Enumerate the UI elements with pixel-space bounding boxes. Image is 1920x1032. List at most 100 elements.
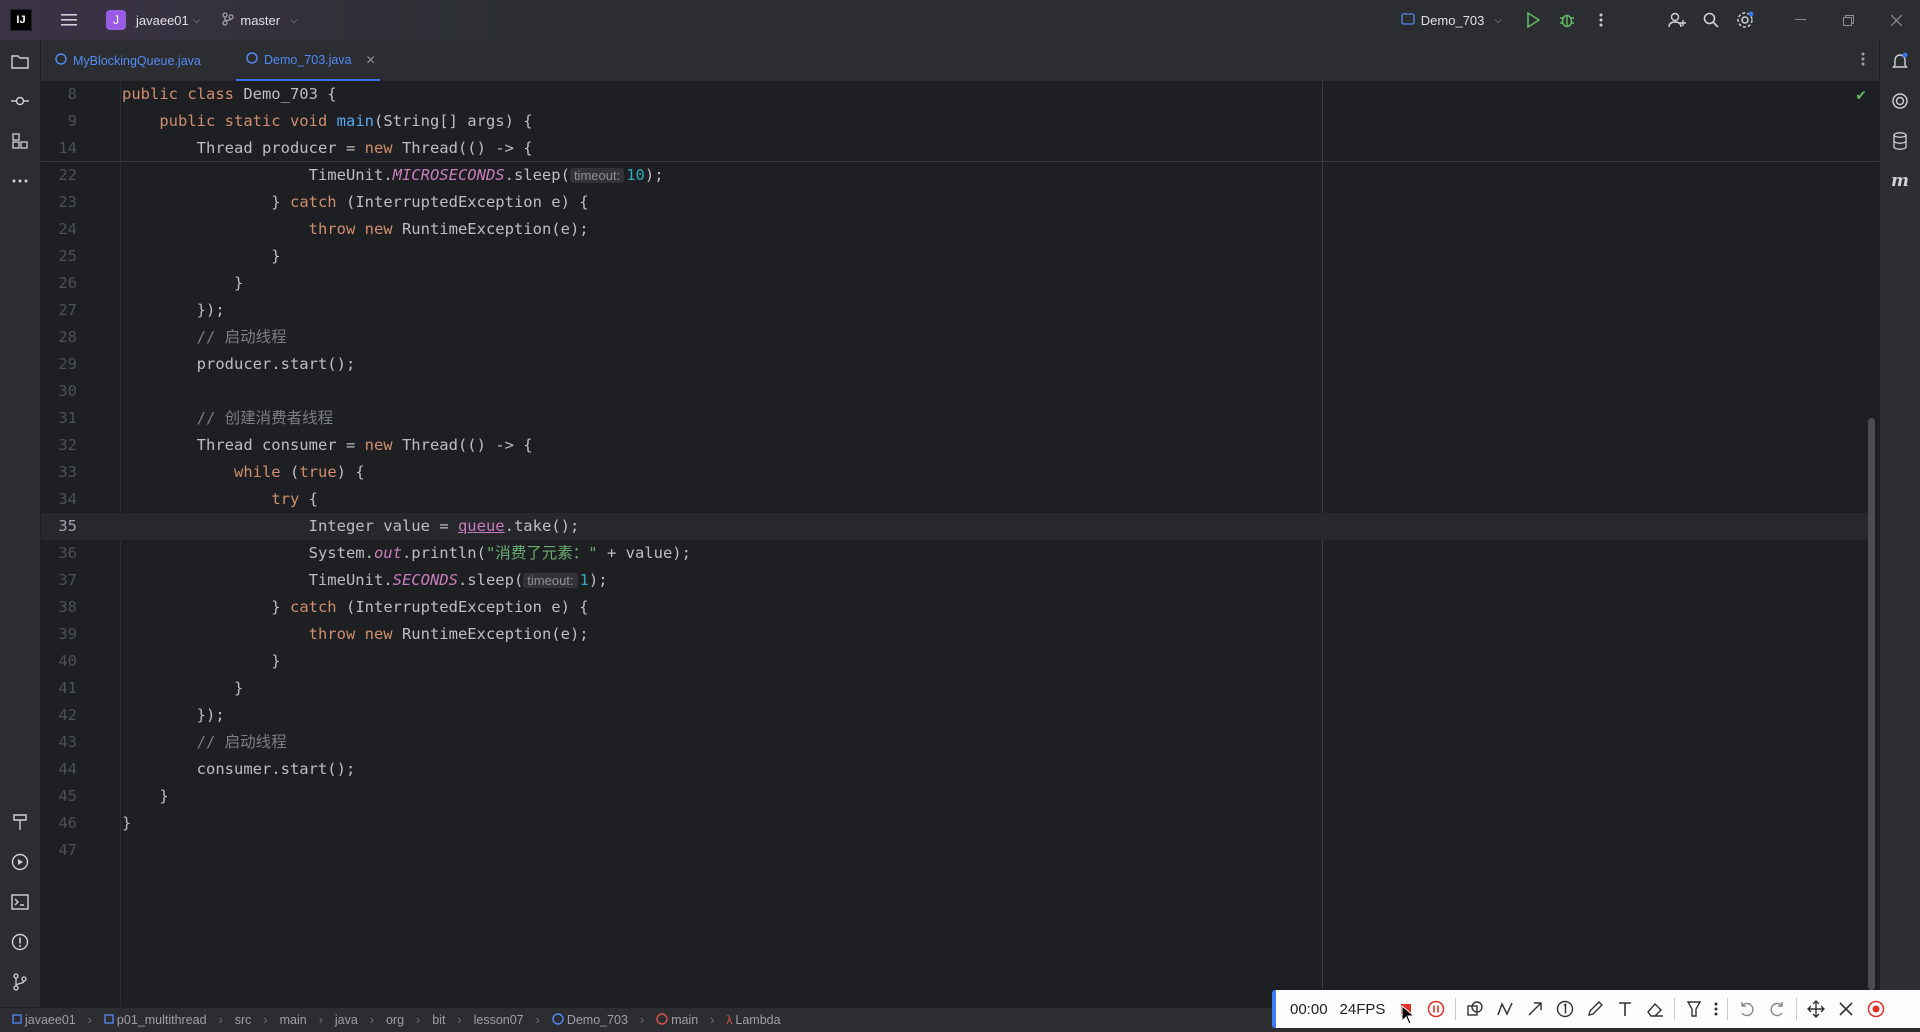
undo-icon[interactable] [1732, 990, 1762, 1028]
restore-icon[interactable] [1824, 0, 1872, 40]
tab-demo-703[interactable]: Demo_703.java ✕ [236, 40, 380, 81]
breadcrumb-item[interactable]: lesson07 [474, 1013, 524, 1027]
code-line[interactable]: 24 throw new RuntimeException(e); [41, 216, 1871, 243]
line-number[interactable]: 40 [41, 648, 77, 675]
line-number[interactable]: 41 [41, 675, 77, 702]
services-run-icon[interactable] [8, 850, 32, 874]
line-number[interactable]: 32 [41, 432, 77, 459]
intellij-logo-icon[interactable]: IJ [10, 9, 32, 31]
breadcrumb-item[interactable]: main [656, 1012, 698, 1028]
number-marker-icon[interactable] [1550, 990, 1580, 1028]
line-number[interactable]: 47 [41, 837, 77, 864]
code-line[interactable]: 32 Thread consumer = new Thread(() -> { [41, 432, 1871, 459]
current-code-line[interactable]: 35 Integer value = queue.take(); [41, 513, 1871, 540]
line-number[interactable]: 24 [41, 216, 77, 243]
line-number[interactable]: 43 [41, 729, 77, 756]
code-line[interactable]: 47 [41, 837, 1871, 864]
code-line[interactable]: 42 }); [41, 702, 1871, 729]
line-number[interactable]: 34 [41, 486, 77, 513]
line-number[interactable]: 29 [41, 351, 77, 378]
pen-tool-icon[interactable] [1580, 990, 1610, 1028]
line-number[interactable]: 36 [41, 540, 77, 567]
code-line[interactable]: 9 public static void main(String[] args)… [41, 108, 1871, 135]
pause-record-icon[interactable] [1421, 990, 1451, 1028]
code-line[interactable]: 39 throw new RuntimeException(e); [41, 621, 1871, 648]
breadcrumb-item[interactable]: src [235, 1013, 252, 1027]
breadcrumb-item[interactable]: Demo_703 [552, 1012, 628, 1028]
project-avatar[interactable]: J [106, 10, 126, 30]
branch-selector[interactable]: master ⌵ [222, 11, 298, 29]
line-number[interactable]: 25 [41, 243, 77, 270]
polyline-tool-icon[interactable] [1490, 990, 1520, 1028]
redo-icon[interactable] [1762, 990, 1792, 1028]
breadcrumb-item[interactable]: p01_multithread [104, 1013, 207, 1027]
line-number[interactable]: 28 [41, 324, 77, 351]
code-editor[interactable]: 8 public class Demo_703 {9 public static … [41, 81, 1879, 1007]
main-menu-icon[interactable] [56, 7, 82, 33]
line-number[interactable]: 9 [41, 108, 77, 135]
code-line[interactable]: 37 TimeUnit.SECONDS.sleep(timeout: 1); [41, 567, 1871, 594]
database-icon[interactable] [1888, 129, 1912, 153]
breadcrumb-item[interactable]: main [280, 1013, 307, 1027]
line-number[interactable]: 23 [41, 189, 77, 216]
notifications-bell-icon[interactable] [1888, 49, 1912, 73]
more-options-icon[interactable] [1709, 990, 1723, 1028]
move-icon[interactable] [1801, 990, 1831, 1028]
code-line[interactable]: 29 producer.start(); [41, 351, 1871, 378]
code-line[interactable]: 45 } [41, 783, 1871, 810]
line-number[interactable]: 33 [41, 459, 77, 486]
debug-icon[interactable] [1550, 0, 1584, 40]
ai-assistant-icon[interactable] [1888, 89, 1912, 113]
code-line[interactable]: 41 } [41, 675, 1871, 702]
line-number[interactable]: 26 [41, 270, 77, 297]
breadcrumb-item[interactable]: org [386, 1013, 404, 1027]
arrow-tool-icon[interactable] [1520, 990, 1550, 1028]
code-line[interactable]: 27 }); [41, 297, 1871, 324]
line-number[interactable]: 39 [41, 621, 77, 648]
code-line[interactable]: 36 System.out.println("消费了元素：" + value); [41, 540, 1871, 567]
build-hammer-icon[interactable] [8, 810, 32, 834]
more-actions-icon[interactable] [1584, 0, 1618, 40]
code-line[interactable]: 43 // 启动线程 [41, 729, 1871, 756]
code-line[interactable]: 44 consumer.start(); [41, 756, 1871, 783]
line-number[interactable]: 30 [41, 378, 77, 405]
run-icon[interactable] [1516, 0, 1550, 40]
line-number[interactable]: 27 [41, 297, 77, 324]
line-number[interactable]: 14 [41, 135, 77, 162]
line-number[interactable]: 46 [41, 810, 77, 837]
eraser-tool-icon[interactable] [1640, 990, 1670, 1028]
code-line[interactable]: 25 } [41, 243, 1871, 270]
problems-icon[interactable] [8, 930, 32, 954]
code-line[interactable]: 30 [41, 378, 1871, 405]
line-number[interactable]: 45 [41, 783, 77, 810]
record-status-icon[interactable] [1861, 990, 1891, 1028]
text-tool-icon[interactable] [1610, 990, 1640, 1028]
breadcrumb-item[interactable]: javaee01 [12, 1013, 76, 1027]
structure-icon[interactable] [8, 129, 32, 153]
tab-options-icon[interactable] [1861, 52, 1865, 69]
no-problems-check-icon[interactable]: ✔ [1855, 87, 1867, 104]
breadcrumb-item[interactable]: λ Lambda [726, 1013, 780, 1027]
code-line[interactable]: 40 } [41, 648, 1871, 675]
code-line[interactable]: 33 while (true) { [41, 459, 1871, 486]
line-number[interactable]: 38 [41, 594, 77, 621]
spotlight-icon[interactable] [1679, 990, 1709, 1028]
commit-icon[interactable] [8, 89, 32, 113]
project-selector[interactable]: javaee01 ⌵ [136, 13, 200, 28]
code-line[interactable]: 28 // 启动线程 [41, 324, 1871, 351]
line-number[interactable]: 31 [41, 405, 77, 432]
maven-icon[interactable]: m [1888, 169, 1912, 193]
add-user-icon[interactable] [1660, 0, 1694, 40]
code-line[interactable]: 31 // 创建消费者线程 [41, 405, 1871, 432]
line-number[interactable]: 44 [41, 756, 77, 783]
line-number[interactable]: 35 [41, 513, 77, 540]
minimize-icon[interactable] [1776, 0, 1824, 40]
code-line[interactable]: 23 } catch (InterruptedException e) { [41, 189, 1871, 216]
git-icon[interactable] [8, 970, 32, 994]
line-number[interactable]: 22 [41, 162, 77, 189]
code-line[interactable]: 14 Thread producer = new Thread(() -> { [41, 135, 1871, 162]
line-number[interactable]: 37 [41, 567, 77, 594]
search-icon[interactable] [1694, 0, 1728, 40]
code-line[interactable]: 38 } catch (InterruptedException e) { [41, 594, 1871, 621]
tab-myblockingqueue[interactable]: MyBlockingQueue.java [55, 40, 201, 81]
